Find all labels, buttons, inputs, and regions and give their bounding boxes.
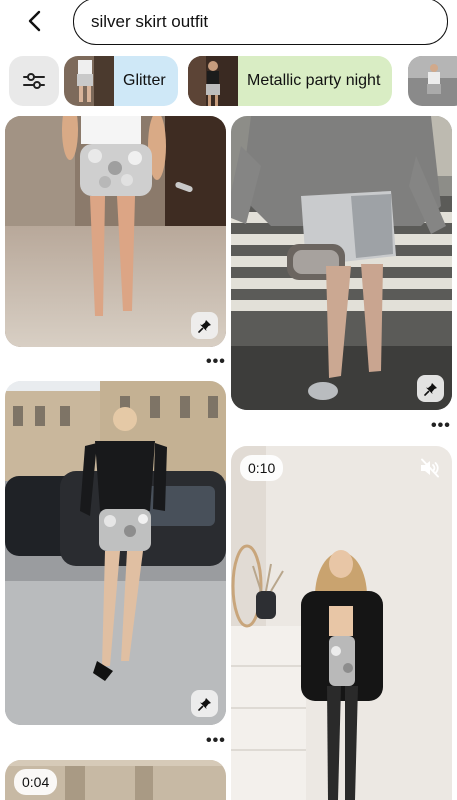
pin-sequin-skirt-black-shirt[interactable] <box>5 381 226 725</box>
pin-badge <box>191 690 218 717</box>
pin-video-building[interactable]: 0:04 <box>5 760 226 800</box>
search-input[interactable] <box>91 11 447 32</box>
pin-metallic-skirt-grey-sweater[interactable] <box>231 116 452 410</box>
pin-video-frame <box>231 446 452 800</box>
search-header <box>0 0 457 48</box>
search-field[interactable] <box>73 0 448 45</box>
search-refinement-chips: Glitter Metallic party night <box>0 56 457 106</box>
pin-more-options[interactable]: ••• <box>206 733 226 749</box>
filter-button[interactable] <box>9 56 59 106</box>
pin-image <box>231 116 452 410</box>
pin-badge <box>191 312 218 339</box>
mute-button[interactable] <box>418 456 442 480</box>
chip-glitter-label: Glitter <box>114 56 178 106</box>
chip-metallic-party-night-label: Metallic party night <box>238 56 393 106</box>
chevron-left-icon <box>28 10 41 32</box>
chip-more[interactable] <box>408 56 457 106</box>
sliders-icon <box>23 73 45 89</box>
pin-badge <box>417 375 444 402</box>
pin-more-options[interactable]: ••• <box>206 354 226 370</box>
speaker-muted-icon <box>421 458 439 478</box>
pin-sequin-skirt-white-top[interactable] <box>5 116 226 347</box>
pushpin-icon <box>197 697 211 711</box>
chip-glitter[interactable]: Glitter <box>64 56 178 106</box>
chip-metallic-party-night[interactable]: Metallic party night <box>188 56 393 106</box>
video-duration-badge: 0:04 <box>14 769 58 795</box>
chip-thumbnail <box>188 56 238 106</box>
video-duration-badge: 0:10 <box>240 455 284 481</box>
pushpin-icon <box>423 382 437 396</box>
chip-thumbnail <box>408 56 457 106</box>
pin-more-options[interactable]: ••• <box>431 418 451 434</box>
pushpin-icon <box>197 319 211 333</box>
pin-video-blazer-outfit[interactable]: 0:10 <box>231 446 452 800</box>
back-button[interactable] <box>18 4 52 38</box>
pin-image <box>5 381 226 725</box>
chip-thumbnail <box>64 56 114 106</box>
pin-image <box>5 116 226 347</box>
